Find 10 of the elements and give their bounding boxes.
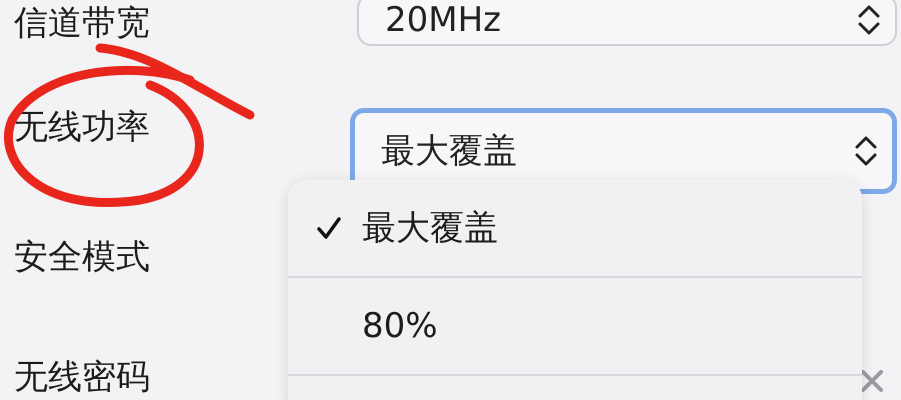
select-field[interactable]: 20MHz	[357, 0, 897, 46]
chevron-icon	[857, 3, 881, 37]
field-label: 无线功率	[13, 106, 151, 149]
field-label: 无线密码	[13, 356, 151, 399]
menu-option[interactable]: 最大覆盖	[288, 180, 862, 278]
menu-option[interactable]: 80%	[288, 278, 862, 376]
field-label: 信道带宽	[13, 2, 151, 45]
chevron-icon	[854, 134, 878, 168]
field-label: 安全模式	[13, 236, 151, 279]
checkmark-icon	[316, 215, 342, 241]
